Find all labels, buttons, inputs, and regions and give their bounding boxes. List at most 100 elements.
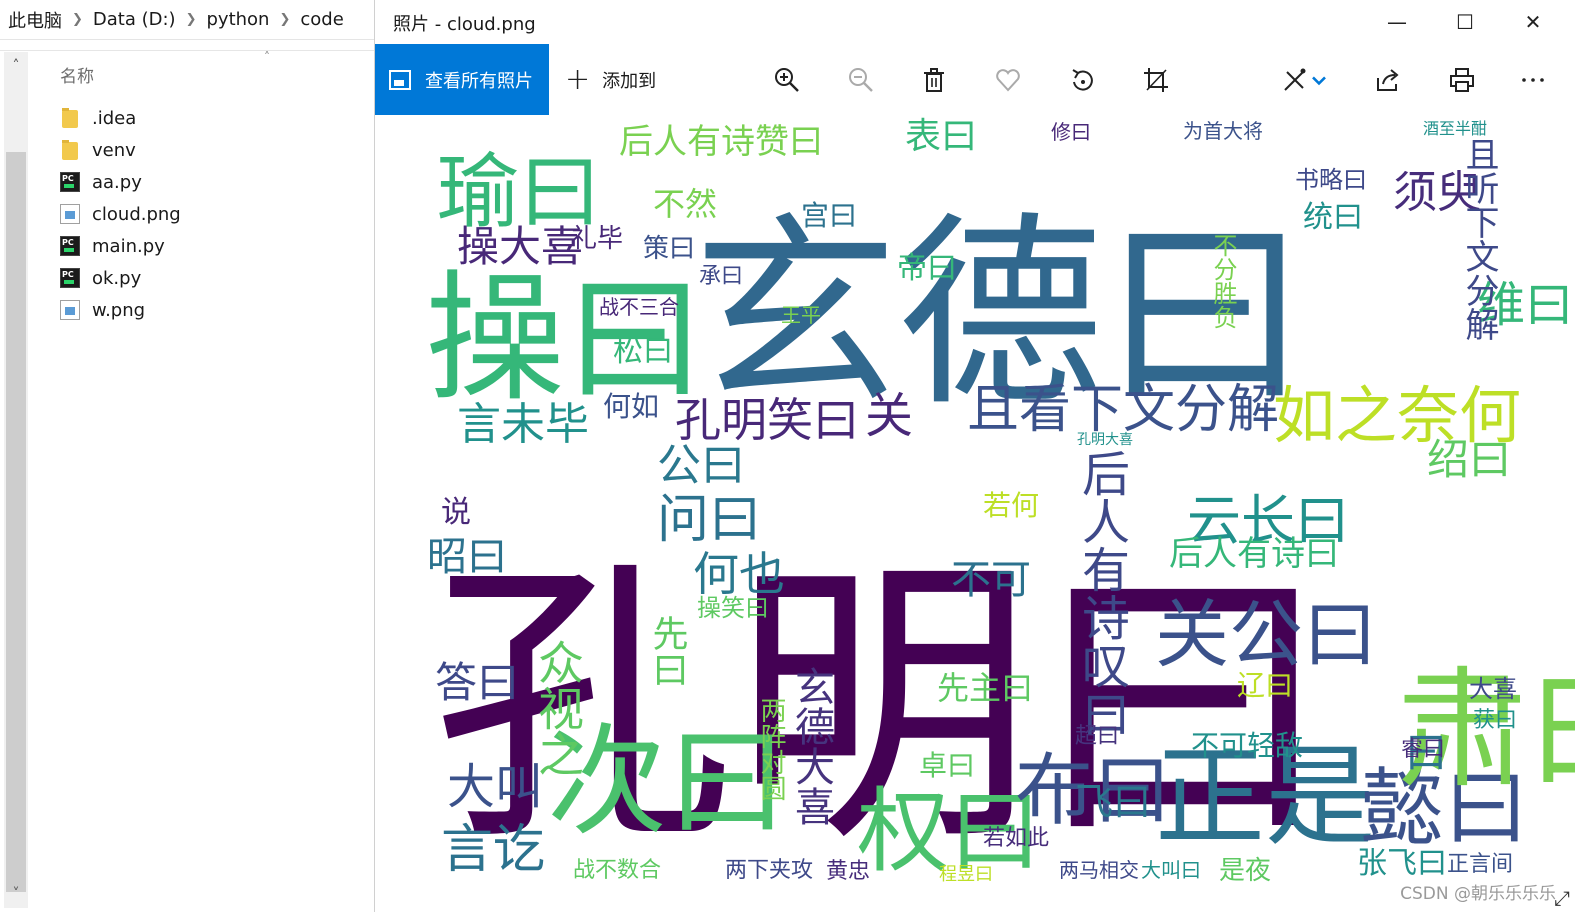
word-cloud-word: 帝曰 — [897, 251, 957, 286]
file-name: ok.py — [92, 267, 142, 289]
word-cloud-word: 且听下文分解 — [1459, 137, 1499, 341]
word-cloud-word: 且看下文分解 — [967, 380, 1279, 440]
word-cloud-word: 两阵对圆 — [756, 697, 786, 801]
add-to-label: 添加到 — [602, 70, 657, 92]
word-cloud-word: 不分胜负 — [1209, 233, 1237, 329]
word-cloud-word: 绍曰 — [1427, 435, 1511, 484]
word-cloud-word: 不然 — [653, 185, 717, 223]
maximize-button[interactable]: ☐ — [1431, 0, 1499, 44]
resize-handle-icon[interactable]: ⤢ — [1554, 886, 1570, 910]
word-cloud-word: 超曰 — [1075, 724, 1119, 749]
rotate-icon[interactable] — [1062, 60, 1102, 100]
zoom-in-icon[interactable] — [767, 60, 807, 100]
word-cloud-word: 礼毕 — [571, 224, 623, 254]
photos-icon — [389, 69, 411, 90]
pycharm-file-icon — [60, 236, 80, 256]
zoom-out-icon[interactable] — [841, 60, 881, 100]
word-cloud-image: 孔明曰玄德曰操曰次曰正是懿曰权曰布曰肃曰瑜曰如之奈何且看下文分解关公曰后人有诗叹… — [425, 116, 1575, 886]
word-cloud-word: 先主曰 — [937, 669, 1033, 707]
list-item[interactable]: ok.py — [60, 262, 181, 294]
word-cloud-word: 大叫曰 — [1141, 858, 1201, 882]
photo-canvas[interactable]: 孔明曰玄德曰操曰次曰正是懿曰权曰布曰肃曰瑜曰如之奈何且看下文分解关公曰后人有诗叹… — [375, 115, 1575, 912]
scroll-down-arrow-icon[interactable]: ˅ — [4, 884, 28, 904]
chevron-down-icon[interactable] — [1307, 60, 1331, 100]
word-cloud-word: 酒至半酣 — [1423, 119, 1487, 138]
watermark: CSDN @朝乐乐乐乐 — [1400, 884, 1556, 904]
word-cloud-word: 战不数合 — [573, 858, 661, 883]
word-cloud-word: 若如此 — [983, 826, 1049, 851]
word-cloud-word: 后人有诗赞曰 — [619, 122, 823, 162]
word-cloud-word: 飞曰 — [1075, 780, 1151, 824]
share-icon[interactable] — [1368, 60, 1408, 100]
folder-icon — [62, 108, 78, 128]
word-cloud-word: 后人有诗曰 — [1169, 534, 1339, 574]
word-cloud-word: 孔明笑曰 — [675, 393, 859, 447]
crop-icon[interactable] — [1136, 60, 1176, 100]
photos-window: 照片 - cloud.png — ☐ ✕ 查看所有照片 + 添加到 孔明曰 玄德… — [374, 0, 1575, 912]
list-item[interactable]: w.png — [60, 294, 181, 326]
word-cloud-word: 不可轻敌 — [1191, 729, 1303, 762]
chevron-right-icon: ❯ — [279, 12, 291, 27]
word-cloud-word: 公曰 — [657, 440, 745, 491]
word-cloud-word: 昭曰 — [427, 534, 507, 580]
toolbar: 查看所有照片 + 添加到 — [375, 44, 1575, 115]
view-all-photos-button[interactable]: 查看所有照片 — [375, 44, 549, 115]
favorite-icon[interactable] — [988, 60, 1028, 100]
list-item[interactable]: .idea — [60, 102, 181, 134]
word-cloud-word: 孔明大喜 — [1077, 432, 1133, 448]
word-cloud-word: 书略曰 — [1295, 166, 1367, 194]
delete-icon[interactable] — [914, 60, 954, 100]
breadcrumb-item[interactable]: Data (D:) — [93, 9, 176, 30]
file-list: .idea venv aa.py cloud.png main.py ok.py… — [60, 102, 181, 326]
print-icon[interactable] — [1442, 60, 1482, 100]
word-cloud-word: 策曰 — [643, 234, 695, 264]
breadcrumb-item[interactable]: 此电脑 — [8, 7, 62, 33]
plus-icon: + — [565, 62, 591, 97]
word-cloud-word: 玄德大喜 — [788, 666, 834, 826]
file-explorer: 此电脑 ❯ Data (D:) ❯ python ❯ code ˄ ˅ ˄ 名称… — [0, 0, 374, 912]
pycharm-file-icon — [60, 268, 80, 288]
chevron-right-icon: ❯ — [72, 12, 83, 27]
divider — [0, 50, 374, 51]
chevron-right-icon: ❯ — [185, 12, 197, 27]
word-cloud-word: 获曰 — [1473, 708, 1517, 733]
image-file-icon — [60, 300, 80, 320]
word-cloud-word: 关 — [865, 388, 913, 444]
word-cloud-word: 答曰 — [435, 658, 519, 707]
column-header-name[interactable]: 名称 — [60, 62, 94, 87]
close-button[interactable]: ✕ — [1499, 0, 1567, 44]
file-name: .idea — [92, 107, 137, 129]
scroll-up-arrow-icon[interactable]: ˄ — [4, 56, 28, 76]
list-item[interactable]: main.py — [60, 230, 181, 262]
word-cloud-word: 言讫 — [441, 820, 545, 880]
word-cloud-word: 两马相交 — [1059, 858, 1139, 882]
word-cloud-word: 表曰 — [905, 116, 977, 157]
word-cloud-word: 问曰 — [657, 490, 761, 550]
word-cloud-word: 松曰 — [613, 334, 673, 369]
vertical-scrollbar[interactable]: ˄ ˅ — [4, 52, 28, 908]
word-cloud-word: 宫曰 — [801, 199, 857, 232]
scrollbar-thumb[interactable] — [6, 152, 26, 892]
more-icon[interactable] — [1513, 60, 1553, 100]
pycharm-file-icon — [60, 172, 80, 192]
file-name: cloud.png — [92, 203, 181, 225]
minimize-button[interactable]: — — [1363, 0, 1431, 44]
view-all-photos-label: 查看所有照片 — [425, 70, 533, 92]
breadcrumb-item[interactable]: python — [206, 9, 269, 30]
word-cloud-word: 为首大将 — [1183, 119, 1263, 143]
breadcrumb[interactable]: 此电脑 ❯ Data (D:) ❯ python ❯ code — [0, 0, 374, 40]
word-cloud-word: 言未毕 — [457, 399, 589, 450]
word-cloud-word: 战不三合 — [599, 295, 679, 319]
add-to-button[interactable]: + 添加到 — [565, 44, 656, 115]
breadcrumb-item[interactable]: code — [300, 9, 343, 30]
word-cloud-word: 睿曰 — [1401, 737, 1445, 762]
list-item[interactable]: cloud.png — [60, 198, 181, 230]
word-cloud-word: 正言间 — [1447, 852, 1513, 877]
image-file-icon — [60, 204, 80, 224]
list-item[interactable]: aa.py — [60, 166, 181, 198]
word-cloud-word: 大叫 — [447, 759, 543, 815]
sort-ascending-icon: ˄ — [264, 50, 270, 64]
title-bar[interactable]: 照片 - cloud.png — ☐ ✕ — [375, 0, 1575, 44]
word-cloud-word: 程昱曰 — [939, 864, 993, 885]
list-item[interactable]: venv — [60, 134, 181, 166]
